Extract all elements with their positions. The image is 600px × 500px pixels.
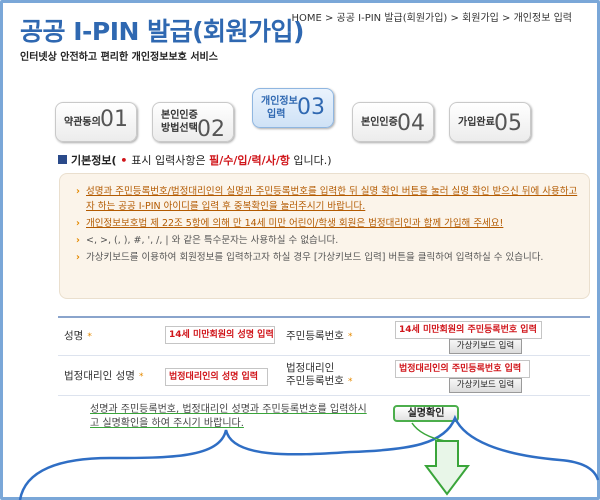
section-title: 기본정보( • 표시 입력사항은 필/수/입/력/사/항 입니다.)	[58, 152, 332, 168]
step-label: 개인정보 입력	[261, 96, 298, 120]
name-label: 성명 *	[64, 330, 92, 342]
rrn-label: 주민등록번호 *	[286, 330, 353, 342]
confirm-instructions: 성명과 주민등록번호, 법정대리인 성명과 주민등록번호를 입력하시고 실명확인…	[90, 404, 367, 429]
step-number: 02	[197, 117, 225, 142]
breadcrumb: HOME > 공공 I-PIN 발급(회원가입) > 회원가입 > 개인정보 입…	[291, 13, 572, 24]
name-verify-button[interactable]: 실명확인	[393, 405, 459, 422]
guardian-rrn-label: 법정대리인 주민등록번호 *	[286, 362, 353, 387]
required-dot-icon: •	[120, 154, 128, 167]
required-text: 필/수/입/력/사/항	[209, 154, 290, 167]
required-star-icon: *	[347, 377, 353, 387]
step-number: 03	[297, 95, 325, 120]
form-row: 법정대리인 성명 * 법정대리인의 성명 입력 법정대리인 주민등록번호 * 법정대리…	[58, 356, 590, 396]
guardian-name-label: 법정대리인 성명 *	[64, 370, 144, 382]
virtual-keyboard-button[interactable]: 가상키보드 입력	[449, 339, 522, 354]
page-subtitle: 인터넷상 안전하고 편리한 개인정보보호 서비스	[20, 52, 218, 63]
step-number: 04	[397, 111, 425, 136]
form-row: 성명 * 14세 미만회원의 성명 입력 주민등록번호 * 14세 미만회원의 주민…	[58, 318, 590, 356]
step-number: 01	[100, 107, 128, 132]
notice-item: <, >, (, ), #, ', /, | 와 같은 특수문자는 사용하실 수…	[76, 233, 579, 248]
step-label: 본인인증	[361, 117, 398, 128]
step-number: 05	[494, 111, 522, 136]
notice-item: 성명과 주민등록번호/법정대리인의 실명과 주민등록번호를 입력한 뒤 실명 확…	[76, 184, 579, 214]
progress-steps: 약관동의 01 본인인증 방법선택 02 개인정보 입력 03 본인인증 04 가입…	[55, 88, 545, 150]
name-input[interactable]: 14세 미만회원의 성명 입력	[165, 326, 275, 344]
page-title: 공공 I-PIN 발급(회원가입)	[20, 17, 305, 46]
section-bullet-icon	[58, 155, 67, 164]
required-star-icon: *	[347, 332, 353, 342]
notice-item: 가상키보드를 이용하여 회원정보를 입력하고자 하실 경우 [가상키보드 입력]…	[76, 250, 579, 265]
required-star-icon: *	[87, 332, 92, 342]
guardian-rrn-input[interactable]: 법정대리인의 주민등록번호 입력	[395, 360, 530, 378]
step-label: 본인인증 방법선택	[161, 110, 198, 134]
rrn-input[interactable]: 14세 미만회원의 주민등록번호 입력	[395, 321, 542, 339]
step-verify-method: 본인인증 방법선택 02	[152, 102, 234, 142]
guardian-name-input[interactable]: 법정대리인의 성명 입력	[165, 368, 268, 386]
step-verification: 본인인증 04	[352, 102, 434, 142]
notice-item: 개인정보보호법 제 22조 5항에 의해 만 14세 미만 어린이/학생 회원은…	[76, 216, 579, 231]
step-agreement: 약관동의 01	[55, 102, 137, 142]
step-complete: 가입완료 05	[449, 102, 531, 142]
step-label: 가입완료	[458, 117, 495, 128]
step-label: 약관동의	[64, 117, 101, 128]
notice-box: 성명과 주민등록번호/법정대리인의 실명과 주민등록번호를 입력한 뒤 실명 확…	[59, 173, 590, 299]
virtual-keyboard-button[interactable]: 가상키보드 입력	[449, 378, 522, 393]
required-star-icon: *	[138, 372, 144, 382]
step-personal-info: 개인정보 입력 03	[252, 88, 334, 128]
